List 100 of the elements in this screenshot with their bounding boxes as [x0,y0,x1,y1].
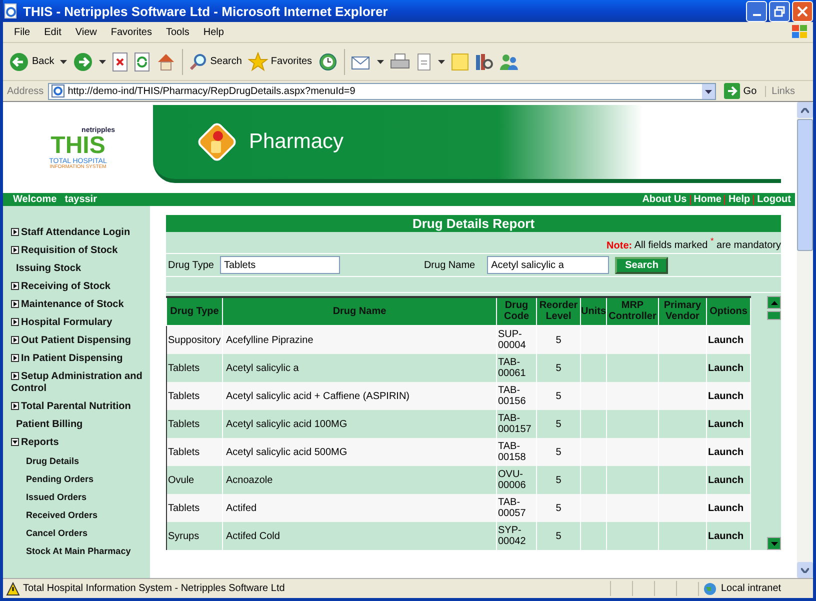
up-arrow-icon [770,300,778,305]
header-link[interactable]: Help [728,194,750,205]
column-header: Drug Name [222,297,496,326]
search-button[interactable]: Search [189,52,242,70]
sidebar-item[interactable]: Reports [3,434,150,452]
launch-link[interactable]: Launch [706,382,750,410]
expand-icon[interactable] [11,402,19,410]
table-cell: Acetyl salicylic a [222,354,496,382]
note-label: Note: [606,240,632,252]
expand-icon[interactable] [11,318,19,326]
sidebar-item[interactable]: Requisition of Stock [3,242,150,260]
home-icon[interactable] [156,52,176,72]
menu-item[interactable]: Edit [37,26,68,38]
table-cell: 5 [536,410,580,438]
minimize-button[interactable] [746,0,767,22]
sidebar-item[interactable]: Receiving of Stock [3,278,150,296]
table-cell: Actifed Cold [222,522,496,550]
sidebar-subitem[interactable]: Issued Orders [3,488,150,506]
launch-link[interactable]: Launch [706,326,750,354]
table-cell: 5 [536,522,580,550]
header-link[interactable]: Home [694,194,722,205]
menu-item[interactable]: Favorites [104,26,159,38]
dropdown-caret-icon[interactable] [99,60,106,64]
table-cell: OVU-00006 [496,466,536,494]
column-header: MRP Controller [606,297,658,326]
sidebar-item[interactable]: Out Patient Dispensing [3,332,150,350]
expand-icon[interactable] [11,282,19,290]
column-header: Options [706,297,750,326]
expand-icon[interactable] [11,354,19,362]
sidebar-subitem[interactable]: Drug Details [3,452,150,470]
dropdown-caret-icon[interactable] [702,84,716,98]
menu-item[interactable]: View [68,26,104,38]
expand-icon[interactable] [11,372,19,380]
printer-icon[interactable] [390,52,410,70]
sidebar-subitem[interactable]: Pending Orders [3,470,150,488]
launch-link[interactable]: Launch [706,494,750,522]
table-cell: Acetyl salicylic acid 100MG [222,410,496,438]
window-title: THIS - Netripples Software Ltd - Microsoft Internet Explorer [23,4,389,18]
table-cell: 5 [536,466,580,494]
expand-icon[interactable] [11,336,19,344]
links-button[interactable]: Links [764,86,809,96]
favorites-button[interactable]: Favorites [248,52,312,72]
address-field[interactable]: http://demo-ind/THIS/Pharmacy/RepDrugDetails.aspx?menuId=9 [48,82,716,100]
column-header: Drug Code [496,297,536,326]
forward-button[interactable] [73,52,94,72]
sidebar-item[interactable]: Staff Attendance Login [3,224,150,242]
sidebar-item[interactable]: Patient Billing [3,416,150,434]
header-link[interactable]: About Us [642,194,687,205]
sidebar-item[interactable]: Total Parental Nutrition [3,398,150,416]
history-icon[interactable] [318,52,338,72]
user-name: tayssir [64,194,97,205]
dropdown-caret-icon[interactable] [438,60,446,64]
launch-link[interactable]: Launch [706,410,750,438]
table-cell: Tablets [166,354,222,382]
sidebar-item[interactable]: Hospital Formulary [3,314,150,332]
table-cell: TAB-00156 [496,382,536,410]
status-text: Total Hospital Information System - Netripples Software Ltd [23,583,285,594]
people-icon[interactable] [499,52,520,70]
launch-link[interactable]: Launch [706,466,750,494]
close-button[interactable] [792,0,813,22]
table-cell: Acetyl salicylic acid + Caffiene (ASPIRIN) [222,382,496,410]
expand-icon[interactable] [11,300,19,308]
launch-link[interactable]: Launch [706,522,750,550]
go-button[interactable]: Go [720,83,761,99]
launch-link[interactable]: Launch [706,438,750,466]
search-button[interactable]: Search [615,256,668,274]
collapse-icon[interactable] [11,438,19,446]
table-cell: Acnoazole [222,466,496,494]
table-cell: Suppository [166,326,222,354]
filter-input[interactable]: Tablets [220,256,340,274]
refresh-icon[interactable] [134,52,150,72]
sidebar-item[interactable]: Issuing Stock [3,260,150,278]
table-scrollbar[interactable] [767,296,781,550]
expand-icon[interactable] [11,228,19,236]
menu-item[interactable]: Tools [158,26,196,38]
launch-link[interactable]: Launch [706,354,750,382]
stop-icon[interactable] [112,52,128,72]
header-link[interactable]: Logout [757,194,791,205]
books-icon[interactable] [475,52,494,70]
table-cell: 5 [536,326,580,354]
warning-icon [6,582,20,596]
note-text: All fields marked $^{*}$ are mandatory [634,240,781,252]
sidebar-subitem[interactable]: Received Orders [3,506,150,524]
table-cell: Acetyl salicylic acid 500MG [222,438,496,466]
filter-input[interactable]: Acetyl salicylic a [487,256,610,274]
scroll-thumb[interactable] [767,311,781,320]
sidebar-subitem[interactable]: Cancel Orders [3,524,150,542]
menu-item[interactable]: File [7,26,38,38]
back-button[interactable]: Back [9,52,54,72]
sidebar-item[interactable]: Maintenance of Stock [3,296,150,314]
vertical-scrollbar[interactable] [797,102,813,578]
sidebar-item[interactable]: In Patient Dispensing [3,350,150,368]
restore-button[interactable] [769,0,790,22]
menu-item[interactable]: Help [196,26,231,38]
expand-icon[interactable] [11,246,19,254]
sidebar-subitem[interactable]: Stock At Main Pharmacy [3,542,150,560]
document-icon[interactable] [416,52,432,70]
dropdown-caret-icon[interactable] [377,60,384,64]
dropdown-caret-icon[interactable] [60,60,68,64]
sidebar-item[interactable]: Setup Administration and Control [3,368,150,398]
